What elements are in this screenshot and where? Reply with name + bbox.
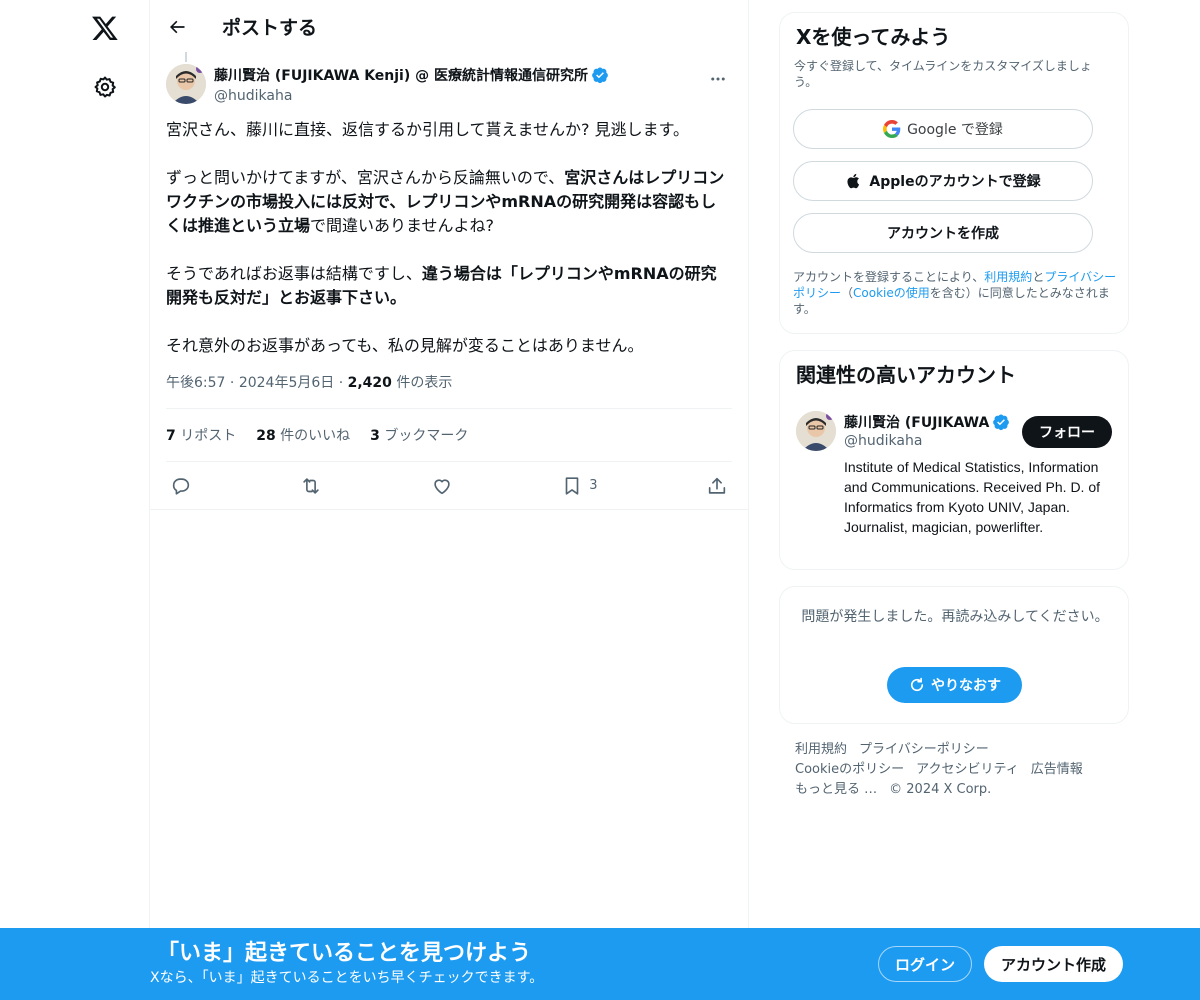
bookmark-icon	[561, 475, 583, 497]
bookmarks-label: ブックマーク	[379, 428, 469, 444]
refresh-icon	[910, 677, 924, 692]
tweet-paragraph: そうであればお返事は結構ですし、違う場合は「レプリコンやmRNAの研究開発も反対…	[166, 262, 732, 310]
footer-links: 利用規約 プライバシーポリシー Cookieのポリシー アクセシビリティ 広告情報 も…	[795, 740, 1125, 800]
tweet-meta: 午後6:57 · 2024年5月6日 · 2,420 件の表示	[166, 373, 732, 393]
bookmark-count: 3	[589, 478, 598, 493]
tweet-date[interactable]: 2024年5月6日	[239, 375, 334, 391]
footer-link-more[interactable]: もっと見る …	[795, 782, 877, 797]
reposts-label: リポスト	[175, 428, 237, 444]
footer-line-3: もっと見る … © 2024 X Corp.	[795, 780, 1125, 800]
bookmark-action[interactable]: 3	[561, 471, 598, 501]
google-signup-label: Google で登録	[907, 122, 1003, 138]
legal-and: と	[1032, 270, 1045, 284]
tweet-time[interactable]: 午後6:57	[166, 375, 225, 391]
related-title: 関連性の高いアカウント	[796, 363, 1016, 387]
footer-link[interactable]: アクセシビリティ	[916, 762, 1019, 777]
author-row: 藤川賢治 (FUJIKAWA Kenji) @ 医療統計情報通信研究所 @hud…	[166, 53, 732, 106]
retry-button[interactable]: やりなおす	[887, 667, 1022, 703]
signup-description: 今すぐ登録して、タイムラインをカスタマイズしましょう。	[794, 59, 1092, 89]
author-name-row: 藤川賢治 (FUJIKAWA Kenji) @ 医療統計情報通信研究所	[214, 64, 706, 86]
retry-label: やりなおす	[931, 678, 1001, 694]
reposts-stat[interactable]: 7 リポスト	[166, 425, 236, 445]
tweet-run: 宮沢さん、藤川に直接、返信するか引用して貰えませんか? 見逃します。	[166, 120, 690, 139]
tweet-run: ずっと問いかけてますが、宮沢さんから反論無いので、	[166, 168, 565, 187]
meta-separator: ·	[334, 375, 348, 391]
banner-title: 「いま」起きていることを見つけよう	[157, 941, 532, 966]
page-title: ポストする	[222, 17, 318, 39]
gear-icon[interactable]	[91, 73, 119, 101]
signup-title: Xを使ってみよう	[796, 25, 951, 49]
error-message: 問題が発生しました。再読み込みしてください。	[801, 609, 1109, 625]
arrow-left-icon[interactable]	[164, 14, 190, 40]
create-account-button[interactable]: アカウントを作成	[793, 213, 1093, 253]
legal-text: アカウントを登録することにより、利用規約とプライバシーポリシー（Cookieの使…	[793, 269, 1123, 317]
verified-badge-icon	[992, 413, 1010, 431]
footer-link[interactable]: プライバシーポリシー	[859, 742, 989, 757]
apple-signup-label: Appleのアカウントで登録	[869, 174, 1041, 190]
related-name[interactable]: 藤川賢治 (FUJIKAWA	[844, 412, 989, 432]
tweet-run: それ意外のお返事があっても、私の見解が変ることはありません。	[166, 336, 644, 355]
error-card: 問題が発生しました。再読み込みしてください。 やりなおす	[779, 586, 1129, 724]
tweet-paragraph: それ意外のお返事があっても、私の見解が変ることはありません。	[166, 334, 732, 358]
more-options-icon[interactable]	[706, 67, 730, 91]
main-column: ポストする 藤川賢治 (FUJIKAWA Kenji) @ 医療統計情報通信研究…	[149, 0, 749, 1000]
avatar[interactable]	[796, 411, 836, 451]
meta-separator: ·	[225, 375, 239, 391]
related-bio: Institute of Medical Statistics, Informa…	[844, 459, 1101, 535]
cookie-link[interactable]: Cookieの使用	[853, 286, 930, 300]
login-banner: 「いま」起きていることを見つけよう Xなら、「いま」起きていることをいち早くチェ…	[0, 928, 1200, 1000]
x-logo-icon[interactable]	[89, 12, 121, 44]
stats-row: 7 リポスト 28 件のいいね 3 ブックマーク	[166, 408, 732, 462]
related-handle[interactable]: @hudikaha	[844, 433, 922, 449]
legal-prefix: アカウントを登録することにより、	[793, 270, 985, 284]
repost-icon[interactable]	[300, 471, 322, 501]
thread-line	[185, 52, 187, 62]
related-accounts-card: 関連性の高いアカウント 藤川賢治 (FUJIKAWA @hudikaha フォロ…	[779, 350, 1129, 570]
author-name[interactable]: 藤川賢治 (FUJIKAWA Kenji) @ 医療統計情報通信研究所	[214, 65, 588, 85]
tweet-text: 宮沢さん、藤川に直接、返信するか引用して貰えませんか? 見逃します。 ずっと問いか…	[166, 118, 732, 358]
footer-line-2: Cookieのポリシー アクセシビリティ 広告情報	[795, 760, 1125, 780]
google-icon	[883, 120, 901, 138]
avatar[interactable]	[166, 64, 206, 104]
login-button[interactable]: ログイン	[878, 946, 972, 982]
verified-badge-icon	[591, 66, 609, 84]
follow-button[interactable]: フォロー	[1022, 416, 1112, 448]
left-nav	[0, 0, 150, 1000]
actions-row: 3	[150, 462, 748, 510]
banner-subtitle: Xなら、「いま」起きていることをいち早くチェックできます。	[150, 970, 544, 986]
footer-link[interactable]: 広告情報	[1031, 762, 1083, 777]
share-icon[interactable]	[706, 471, 728, 501]
footer-link[interactable]: Cookieのポリシー	[795, 762, 904, 777]
author-meta: 藤川賢治 (FUJIKAWA Kenji) @ 医療統計情報通信研究所 @hud…	[214, 64, 706, 106]
signup-card: Xを使ってみよう 今すぐ登録して、タイムラインをカスタマイズしましょう。 Goo…	[779, 12, 1129, 334]
likes-count: 28	[256, 428, 276, 444]
create-account-label: アカウントを作成	[887, 226, 999, 242]
views-label: 件の表示	[391, 375, 453, 391]
apple-icon	[845, 172, 863, 190]
tweet-run: で間違いありませんよね?	[310, 216, 495, 235]
top-bar: ポストする	[150, 0, 748, 53]
tweet: 藤川賢治 (FUJIKAWA Kenji) @ 医療統計情報通信研究所 @hud…	[150, 52, 748, 510]
signup-button[interactable]: アカウント作成	[984, 946, 1123, 982]
tweet-paragraph: 宮沢さん、藤川に直接、返信するか引用して貰えませんか? 見逃します。	[166, 118, 732, 142]
footer-link[interactable]: 利用規約	[795, 742, 847, 757]
views-count: 2,420	[347, 375, 392, 391]
apple-signup-button[interactable]: Appleのアカウントで登録	[793, 161, 1093, 201]
author-handle[interactable]: @hudikaha	[214, 86, 706, 106]
bookmarks-count: 3	[370, 428, 380, 444]
likes-stat[interactable]: 28 件のいいね	[256, 425, 350, 445]
footer-line-1: 利用規約 プライバシーポリシー	[795, 740, 1125, 760]
legal-open: （	[841, 286, 854, 300]
reposts-count: 7	[166, 428, 176, 444]
terms-link[interactable]: 利用規約	[984, 270, 1032, 284]
like-icon[interactable]	[431, 471, 453, 501]
tweet-run: そうであればお返事は結構ですし、	[166, 264, 422, 283]
likes-label: 件のいいね	[275, 428, 351, 444]
related-name-row: 藤川賢治 (FUJIKAWA	[844, 411, 1010, 433]
tweet-paragraph: ずっと問いかけてますが、宮沢さんから反論無いので、宮沢さんはレプリコンワクチンの…	[166, 166, 732, 238]
google-signup-button[interactable]: Google で登録	[793, 109, 1093, 149]
copyright: © 2024 X Corp.	[889, 782, 992, 797]
reply-icon[interactable]	[170, 471, 192, 501]
bookmarks-stat[interactable]: 3 ブックマーク	[370, 425, 468, 445]
